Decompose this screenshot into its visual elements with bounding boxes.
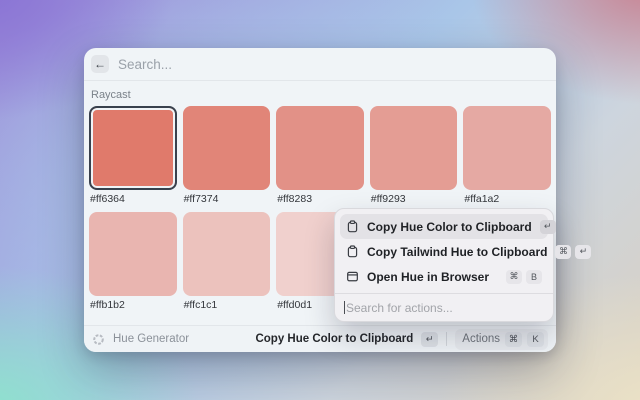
swatch-cell: #ffc1c1 — [183, 212, 271, 311]
menu-item-copy-tailwind-hue[interactable]: Copy Tailwind Hue to Clipboard ⌘ ↵ — [340, 239, 548, 264]
cmd-key-badge: ⌘ — [555, 245, 571, 259]
actions-button-label: Actions — [462, 333, 500, 345]
return-key-badge: ↵ — [421, 332, 438, 347]
cmd-key-badge: ⌘ — [505, 332, 522, 347]
hex-label: #ff9293 — [371, 193, 458, 205]
color-swatch[interactable] — [276, 106, 364, 190]
back-arrow-icon: ← — [94, 57, 106, 71]
swatch-cell: #ff6364 — [89, 106, 177, 205]
hex-label: #ffc1c1 — [184, 299, 271, 311]
b-key-badge: B — [526, 270, 542, 284]
return-key-badge: ↵ — [540, 220, 556, 234]
status-bar: Hue Generator Copy Hue Color to Clipboar… — [84, 325, 556, 352]
return-key-badge: ↵ — [575, 245, 591, 259]
color-swatch[interactable] — [89, 106, 177, 190]
color-swatch[interactable] — [370, 106, 458, 190]
menu-item-open-hue-in-browser[interactable]: Open Hue in Browser ⌘ B — [340, 264, 548, 289]
swatch-grid-row-1: #ff6364 #ff7374 #ff8283 #ff9293 #ffa1a2 — [89, 106, 551, 205]
search-input[interactable]: Search... — [118, 57, 172, 72]
clipboard-icon — [346, 220, 359, 233]
command-name: Hue Generator — [113, 333, 189, 345]
text-caret — [344, 301, 345, 314]
browser-window-icon — [346, 270, 359, 283]
color-swatch[interactable] — [89, 212, 177, 296]
menu-item-label: Copy Tailwind Hue to Clipboard — [367, 245, 547, 259]
actions-search-input[interactable]: Search for actions... — [346, 301, 453, 315]
cmd-key-badge: ⌘ — [506, 270, 522, 284]
swatch-cell: #ffb1b2 — [89, 212, 177, 311]
color-swatch[interactable] — [463, 106, 551, 190]
menu-item-label: Open Hue in Browser — [367, 270, 498, 284]
section-label: Raycast — [91, 89, 551, 101]
swatch-cell: #ffa1a2 — [463, 106, 551, 205]
menu-item-copy-hue-color[interactable]: Copy Hue Color to Clipboard ↵ — [340, 214, 548, 239]
back-button[interactable]: ← — [91, 55, 109, 73]
hex-label: #ff7374 — [184, 193, 271, 205]
hex-label: #ff6364 — [90, 193, 177, 205]
hex-label: #ffb1b2 — [90, 299, 177, 311]
clipboard-icon — [346, 245, 359, 258]
actions-button[interactable]: Actions ⌘ K — [455, 329, 548, 350]
footer-divider — [446, 332, 447, 346]
hex-label: #ffa1a2 — [464, 193, 551, 205]
hex-label: #ff8283 — [277, 193, 364, 205]
primary-action-button[interactable]: Copy Hue Color to Clipboard — [255, 333, 413, 345]
actions-menu: Copy Hue Color to Clipboard ↵ Copy Tailw… — [334, 208, 554, 322]
actions-search-row: Search for actions... — [340, 294, 548, 321]
swatch-cell: #ff9293 — [370, 106, 458, 205]
search-bar: ← Search... — [84, 48, 556, 81]
swatch-cell: #ff8283 — [276, 106, 364, 205]
k-key-badge: K — [527, 332, 544, 347]
color-swatch[interactable] — [183, 212, 271, 296]
hue-generator-icon — [92, 333, 105, 346]
swatch-cell: #ff7374 — [183, 106, 271, 205]
color-swatch[interactable] — [183, 106, 271, 190]
menu-item-label: Copy Hue Color to Clipboard — [367, 220, 532, 234]
